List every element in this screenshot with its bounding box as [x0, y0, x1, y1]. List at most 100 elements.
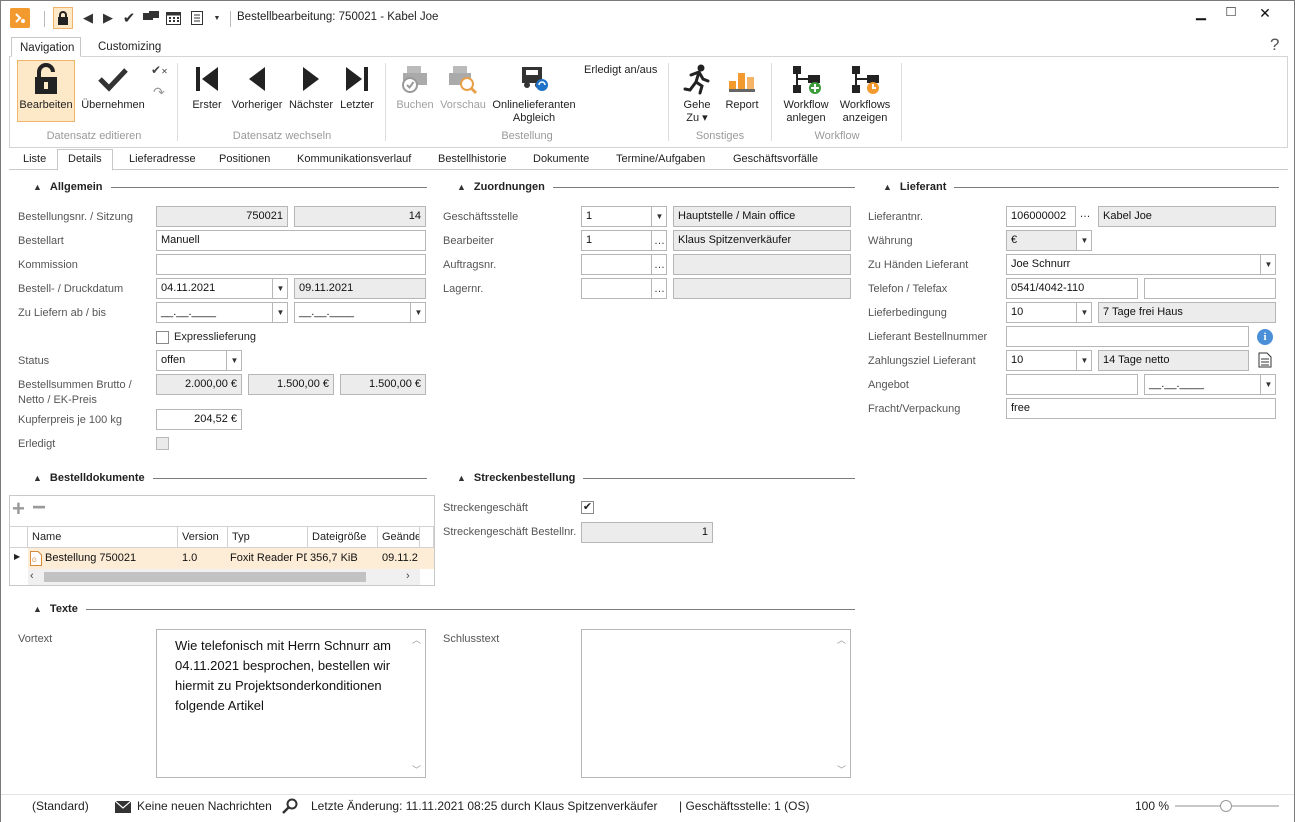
liefern-ab-field[interactable]: __.__.____ ▼: [156, 302, 288, 323]
tab-dokumente[interactable]: Dokumente: [523, 150, 599, 170]
schlusstext-scrollbar[interactable]: ︿ ﹀: [833, 630, 850, 777]
vortext-scrollbar[interactable]: ︿ ﹀: [408, 630, 425, 777]
chevron-down-icon[interactable]: ▼: [272, 303, 287, 322]
zuhaenden-select[interactable]: Joe Schnurr ▼: [1006, 254, 1276, 275]
minimize-button[interactable]: ▁: [1186, 5, 1216, 23]
liefnr-field[interactable]: 106000002: [1006, 206, 1076, 227]
erledigt-toggle-button[interactable]: Erledigt an/aus: [584, 64, 657, 76]
add-icon[interactable]: +: [12, 496, 25, 522]
strecke-bestnr-field[interactable]: 1: [581, 522, 713, 543]
chevron-down-icon[interactable]: ▼: [410, 303, 425, 322]
chevron-up-icon[interactable]: ︿: [412, 630, 421, 650]
chevron-down-icon[interactable]: ﹀: [837, 760, 846, 780]
scroll-left-icon[interactable]: ‹: [30, 570, 34, 582]
chevron-down-icon[interactable]: ▼: [1076, 231, 1091, 250]
chevron-down-icon[interactable]: ▼: [1076, 351, 1091, 370]
section-zuordnungen[interactable]: ▲ Zuordnungen: [437, 180, 855, 194]
scroll-right-icon[interactable]: ›: [406, 570, 410, 582]
telefax-field[interactable]: [1144, 278, 1276, 299]
auftrag-name-field[interactable]: [673, 254, 851, 275]
angebot-field[interactable]: [1006, 374, 1138, 395]
sitzung-field[interactable]: 14: [294, 206, 426, 227]
ribbon-tab-customizing[interactable]: Customizing: [90, 37, 169, 57]
fracht-field[interactable]: free: [1006, 398, 1276, 419]
liefname-field[interactable]: Kabel Joe: [1098, 206, 1276, 227]
remove-icon[interactable]: −: [32, 494, 46, 522]
report-button[interactable]: Report: [721, 63, 763, 112]
bestelldatum-field[interactable]: 04.11.2021 ▼: [156, 278, 288, 299]
tab-liste[interactable]: Liste: [13, 150, 56, 170]
tab-kommunikationsverlauf[interactable]: Kommunikationsverlauf: [287, 150, 421, 170]
netto-field[interactable]: 1.500,00 €: [248, 374, 334, 395]
status-standard[interactable]: (Standard): [32, 799, 89, 813]
ek-field[interactable]: 1.500,00 €: [340, 374, 426, 395]
lager-field[interactable]: …: [581, 278, 667, 299]
close-button[interactable]: ✕: [1250, 5, 1280, 23]
tab-bestellhistorie[interactable]: Bestellhistorie: [428, 150, 516, 170]
gs-name-field[interactable]: Hauptstelle / Main office: [673, 206, 851, 227]
column-header-version[interactable]: Version: [178, 527, 228, 548]
column-header-geaendert[interactable]: Geände: [378, 527, 420, 548]
tab-details[interactable]: Details: [57, 149, 113, 171]
bestellnr-field[interactable]: 750021: [156, 206, 288, 227]
column-header-groesse[interactable]: Dateigröße: [308, 527, 378, 548]
lager-name-field[interactable]: [673, 278, 851, 299]
tab-positionen[interactable]: Positionen: [209, 150, 280, 170]
document-icon[interactable]: [1258, 352, 1272, 371]
express-checkbox[interactable]: [156, 331, 169, 344]
section-texte[interactable]: ▲ Texte: [13, 602, 855, 616]
column-header-typ[interactable]: Typ: [228, 527, 308, 548]
help-icon[interactable]: ?: [1270, 35, 1279, 55]
section-lieferant[interactable]: ▲ Lieferant: [863, 180, 1279, 194]
liefnr-ellipsis-icon[interactable]: …: [1077, 206, 1093, 227]
druckdatum-field[interactable]: 09.11.2021: [294, 278, 426, 299]
streckengeschaeft-checkbox[interactable]: ✔: [581, 501, 594, 514]
ellipsis-icon[interactable]: …: [651, 279, 666, 298]
brutto-field[interactable]: 2.000,00 €: [156, 374, 242, 395]
auftrag-field[interactable]: …: [581, 254, 667, 275]
scrollbar-thumb[interactable]: [44, 572, 366, 582]
liefern-bis-field[interactable]: __.__.____ ▼: [294, 302, 426, 323]
chevron-down-icon[interactable]: ▼: [1260, 375, 1275, 394]
customize-dropdown-icon[interactable]: ▼: [208, 9, 226, 27]
gehe-zu-button[interactable]: Gehe Zu ▾: [677, 63, 717, 125]
kupfer-field[interactable]: 204,52 €: [156, 409, 242, 430]
liefbestnr-field[interactable]: [1006, 326, 1249, 347]
chevron-down-icon[interactable]: ﹀: [412, 760, 421, 780]
chevron-down-icon[interactable]: ▼: [1260, 255, 1275, 274]
maximize-button[interactable]: □: [1216, 3, 1246, 21]
chevron-down-icon[interactable]: ▼: [1076, 303, 1091, 322]
section-allgemein[interactable]: ▲ Allgemein: [13, 180, 427, 194]
column-header-name[interactable]: Name: [28, 527, 178, 548]
erster-button[interactable]: Erster: [187, 63, 227, 112]
kommission-field[interactable]: [156, 254, 426, 275]
section-bestelldokumente[interactable]: ▲ Bestelldokumente: [13, 471, 427, 485]
bearbeiten-button[interactable]: Bearbeiten: [17, 60, 75, 122]
buchen-button[interactable]: Buchen: [394, 63, 436, 112]
onlinelieferanten-button[interactable]: Onlinelieferanten Abgleich: [490, 63, 578, 125]
ribbon-tab-navigation[interactable]: Navigation: [11, 37, 81, 57]
check-cancel-icon[interactable]: ✔✕: [151, 63, 168, 77]
liefbed-text-field[interactable]: 7 Tage frei Haus: [1098, 302, 1276, 323]
previous-icon[interactable]: ◀: [79, 9, 97, 27]
undo-icon[interactable]: ↷: [153, 84, 165, 101]
workflows-anzeigen-button[interactable]: Workflows anzeigen: [836, 63, 894, 125]
workflow-anlegen-button[interactable]: Workflow anlegen: [778, 63, 834, 125]
lock-icon[interactable]: [53, 7, 73, 29]
chevron-down-icon[interactable]: ▼: [272, 279, 287, 298]
naechster-button[interactable]: Nächster: [287, 63, 335, 112]
bearb-field[interactable]: 1…: [581, 230, 667, 251]
status-nachrichten[interactable]: Keine neuen Nachrichten: [137, 799, 272, 813]
liefbed-select[interactable]: 10 ▼: [1006, 302, 1092, 323]
vorschau-button[interactable]: Vorschau: [438, 63, 488, 112]
ellipsis-icon[interactable]: …: [651, 231, 666, 250]
angebot-datum-field[interactable]: __.__.____ ▼: [1144, 374, 1276, 395]
bearb-name-field[interactable]: Klaus Spitzenverkäufer: [673, 230, 851, 251]
comments-icon[interactable]: [142, 9, 160, 27]
checkmark-icon[interactable]: ✔: [120, 9, 138, 27]
tab-termine[interactable]: Termine/Aufgaben: [606, 150, 715, 170]
vorheriger-button[interactable]: Vorheriger: [229, 63, 285, 112]
ellipsis-icon[interactable]: …: [651, 255, 666, 274]
form-icon[interactable]: [188, 9, 206, 27]
bestellart-field[interactable]: Manuell: [156, 230, 426, 251]
